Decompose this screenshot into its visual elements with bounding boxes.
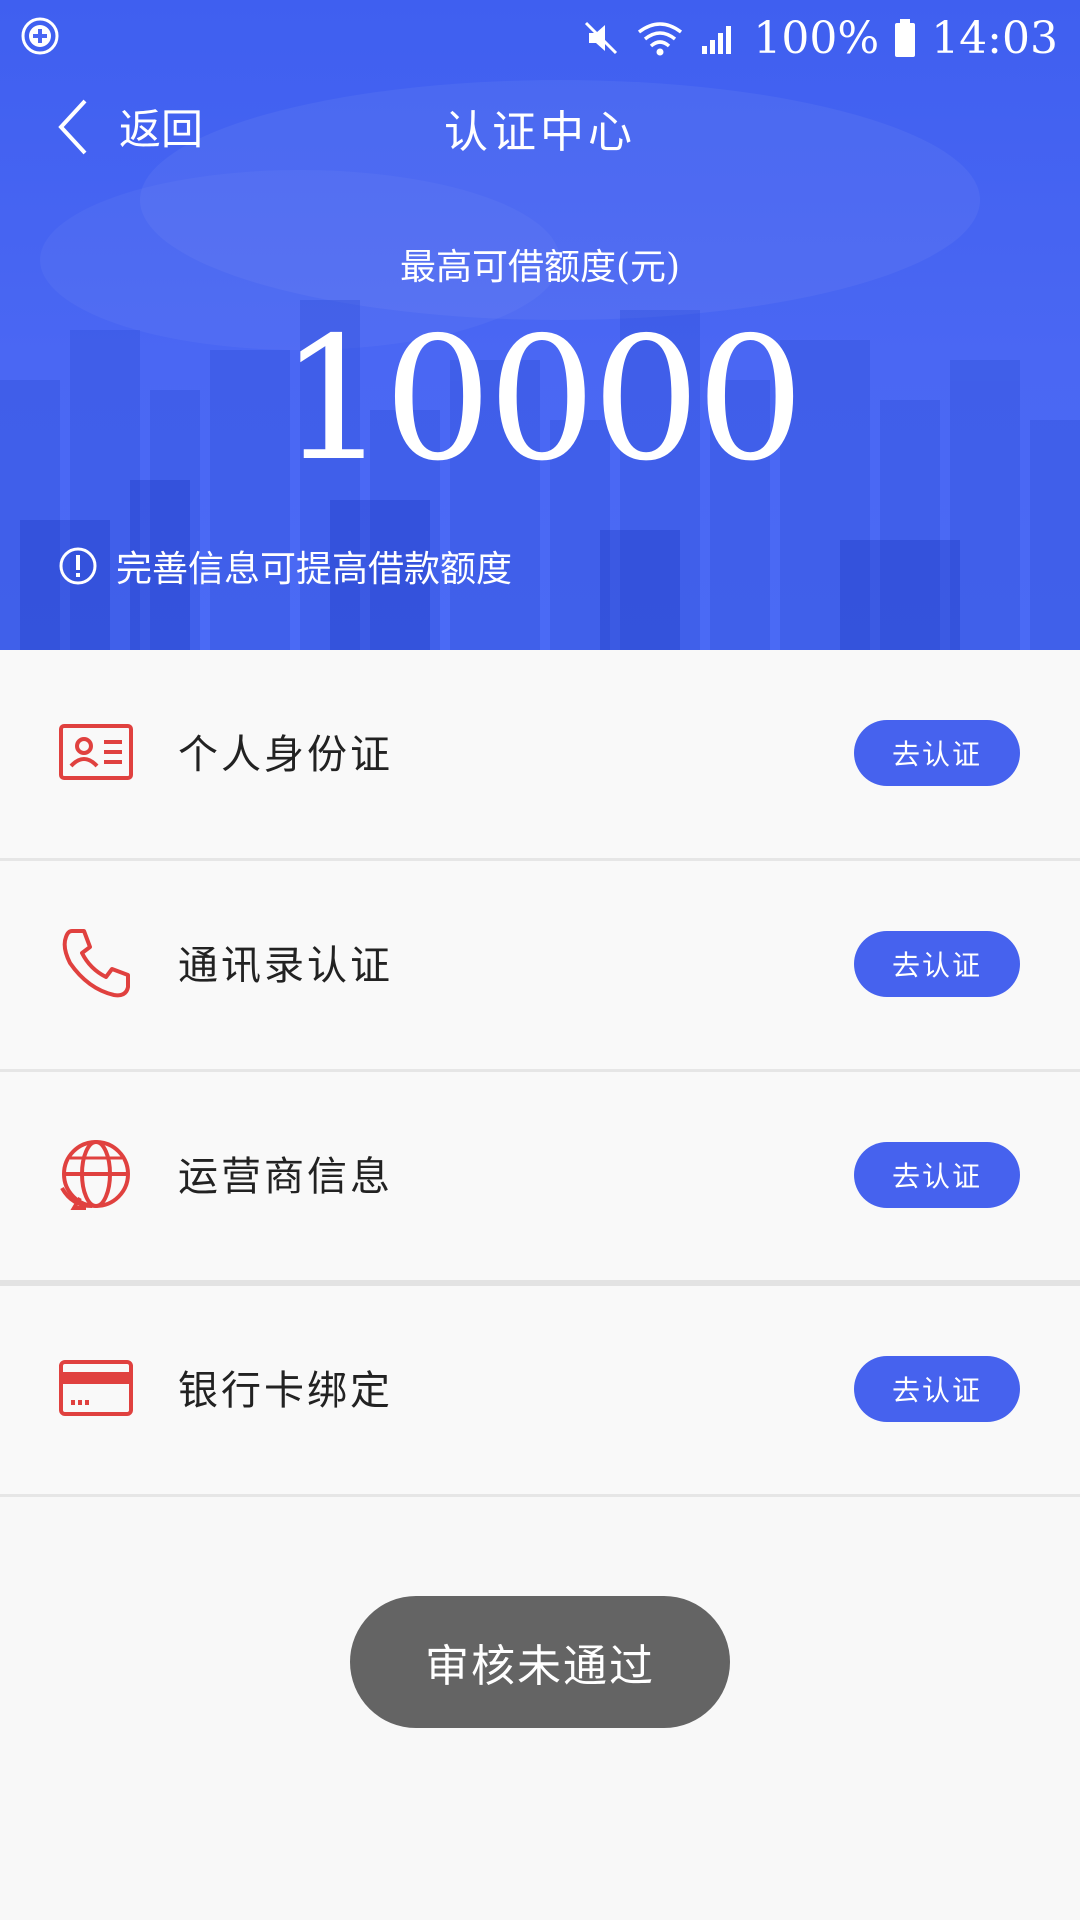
verify-button-id-card[interactable]: 去认证 [854, 720, 1020, 786]
tip-text: 完善信息可提高借款额度 [116, 549, 513, 590]
limit-value: 10000 [279, 301, 805, 499]
verify-button-carrier[interactable]: 去认证 [854, 1142, 1020, 1208]
wifi-icon [638, 22, 683, 56]
item-label: 通讯录认证 [178, 943, 393, 989]
list-item-bank-card: 银行卡绑定 去认证 [0, 1286, 1080, 1497]
list-item-id-card: 个人身份证 去认证 [0, 650, 1080, 861]
signal-icon [702, 26, 732, 54]
tip-row: 完善信息可提高借款额度 [58, 540, 512, 592]
verify-button-contacts[interactable]: 去认证 [854, 931, 1020, 997]
status-bar: 100% 14:03 [0, 0, 1080, 78]
item-label: 个人身份证 [178, 732, 393, 778]
item-label: 银行卡绑定 [178, 1368, 393, 1414]
verification-list: 个人身份证 去认证 通讯录认证 去认证 运营商信息 去认证 银行卡绑定 去认证 [0, 650, 1080, 1497]
list-item-carrier: 运营商信息 去认证 [0, 1072, 1080, 1286]
verify-button-bank-card[interactable]: 去认证 [854, 1356, 1020, 1422]
item-label: 运营商信息 [178, 1154, 393, 1200]
battery-percent: 100% [753, 12, 880, 64]
battery-icon [895, 19, 916, 57]
globe-icon [60, 1140, 130, 1210]
info-icon [59, 547, 97, 585]
phone-icon [62, 929, 130, 998]
bank-card-icon [59, 1360, 133, 1416]
header-banner: 100% 14:03 返回 认证中心 最高可借额度(元) 10000 完善信息可… [0, 0, 1080, 650]
list-item-contacts: 通讯录认证 去认证 [0, 861, 1080, 1072]
clock: 14:03 [931, 12, 1058, 64]
page-title: 认证中心 [444, 107, 636, 158]
mute-icon [585, 21, 618, 55]
toast-message: 审核未通过 [350, 1596, 730, 1728]
limit-label: 最高可借额度(元) [399, 247, 681, 288]
id-card-icon [59, 724, 133, 780]
nav-bar: 返回 认证中心 [0, 92, 1080, 162]
add-circle-icon [21, 17, 59, 55]
